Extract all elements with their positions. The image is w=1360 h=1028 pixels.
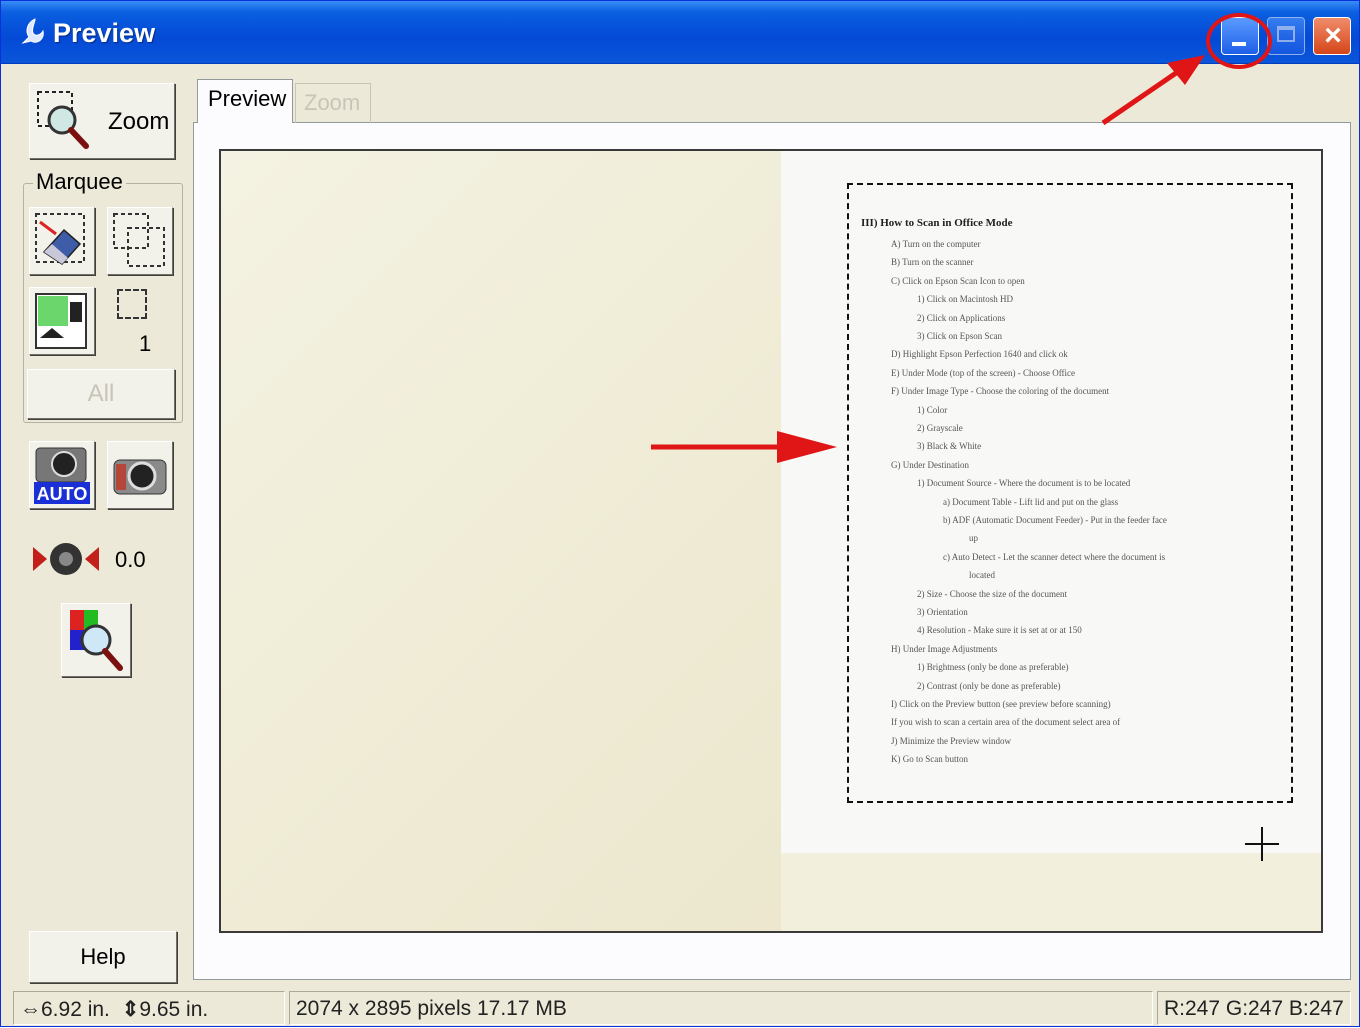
duplicate-marquee-icon xyxy=(113,213,165,267)
maximize-button xyxy=(1267,17,1305,55)
all-button: All xyxy=(27,369,175,419)
auto-locate-icon xyxy=(35,293,87,349)
close-icon: × xyxy=(1324,19,1342,52)
document-line: 1) Document Source - Where the document … xyxy=(917,478,1131,489)
auto-locate-button[interactable] xyxy=(29,287,95,355)
svg-text:AUTO: AUTO xyxy=(37,484,88,504)
document-line: K) Go to Scan button xyxy=(891,754,968,765)
document-line: D) Highlight Epson Perfection 1640 and c… xyxy=(891,349,1068,360)
highlight-circle-annotation xyxy=(1206,13,1272,69)
document-line: 2) Click on Applications xyxy=(917,312,1006,323)
document-line: C) Click on Epson Scan Icon to open xyxy=(891,275,1025,286)
document-line: B) Turn on the scanner xyxy=(891,257,974,268)
document-line: If you wish to scan a certain area of th… xyxy=(891,717,1121,728)
status-dimensions: ⇔6.92 in. ⇕9.65 in. xyxy=(13,991,285,1025)
histogram-button[interactable] xyxy=(61,603,131,677)
document-line: J) Minimize the Preview window xyxy=(891,735,1011,746)
zoom-button[interactable]: Zoom xyxy=(29,83,175,159)
document-line: up xyxy=(969,533,978,544)
window-title: Preview xyxy=(53,18,156,48)
document-line: F) Under Image Type - Choose the colorin… xyxy=(891,386,1110,397)
horizontal-arrow-icon: ⇔ xyxy=(20,998,41,1021)
color-magnifier-icon xyxy=(70,610,123,671)
preview-image-area[interactable]: III) How to Scan in Office Mode A) Turn … xyxy=(219,149,1323,933)
tab-preview[interactable]: Preview xyxy=(197,79,293,123)
help-button-label: Help xyxy=(80,944,126,969)
exposure-wheel-icon xyxy=(33,543,99,575)
document-line: E) Under Mode (top of the screen) - Choo… xyxy=(891,367,1076,378)
title-bar[interactable]: Preview × xyxy=(1,1,1359,64)
document-line: 1) Click on Macintosh HD xyxy=(917,294,1013,305)
erase-marquee-button[interactable] xyxy=(29,207,95,275)
duplicate-marquee-button[interactable] xyxy=(107,207,173,275)
document-line: 2) Contrast (only be done as preferable) xyxy=(917,680,1061,691)
camera-icon xyxy=(113,459,167,495)
document-line: I) Click on the Preview button (see prev… xyxy=(891,699,1111,709)
marquee-group-title: Marquee xyxy=(33,169,126,195)
document-line: 3) Black & White xyxy=(917,441,982,452)
document-line: c) Auto Detect - Let the scanner detect … xyxy=(943,551,1166,562)
maximize-icon xyxy=(1277,26,1295,42)
document-title: III) How to Scan in Office Mode xyxy=(861,217,1013,229)
eraser-icon xyxy=(35,213,85,265)
document-line: H) Under Image Adjustments xyxy=(891,643,998,654)
document-line: 4) Resolution - Make sure it is set at o… xyxy=(917,625,1082,636)
auto-exposure-button[interactable]: AUTO xyxy=(29,441,95,509)
status-pixels: 2074 x 2895 pixels 17.17 MB xyxy=(289,991,1153,1025)
close-button[interactable]: × xyxy=(1313,17,1351,55)
crosshair-cursor-icon xyxy=(1245,827,1279,861)
status-height: 9.65 in. xyxy=(139,998,209,1021)
document-line: located xyxy=(969,570,995,581)
document-line: 1) Brightness (only be done as preferabl… xyxy=(917,662,1069,673)
status-width: 6.92 in. xyxy=(41,998,110,1021)
zoom-button-label: Zoom xyxy=(108,108,170,135)
marquee-target-icon xyxy=(117,289,147,319)
document-line: 3) Orientation xyxy=(917,607,968,617)
exposure-settings-button[interactable] xyxy=(107,441,173,509)
document-line: G) Under Destination xyxy=(891,459,969,470)
vertical-arrow-icon: ⇕ xyxy=(121,998,140,1021)
document-line: a) Document Table - Lift lid and put on … xyxy=(943,496,1119,507)
exposure-value: 0.0 xyxy=(115,547,146,572)
all-button-label: All xyxy=(87,380,115,407)
scanner-app-icon xyxy=(21,18,44,44)
auto-exposure-icon: AUTO xyxy=(34,447,90,504)
arrow-to-minimize-icon xyxy=(1101,55,1205,126)
status-rgb: R:247 G:247 B:247 xyxy=(1157,991,1351,1025)
help-button[interactable]: Help xyxy=(29,931,177,983)
marquee-count: 1 xyxy=(139,331,152,356)
scanner-bed-background xyxy=(221,151,781,931)
document-line: 1) Color xyxy=(917,404,948,415)
document-line: 3) Click on Epson Scan xyxy=(917,331,1002,341)
tab-zoom: Zoom xyxy=(295,83,371,123)
document-line: 2) Grayscale xyxy=(917,423,963,433)
document-line: A) Turn on the computer xyxy=(891,239,981,249)
document-line: 2) Size - Choose the size of the documen… xyxy=(917,588,1067,599)
document-line: b) ADF (Automatic Document Feeder) - Put… xyxy=(943,515,1167,525)
magnifier-icon xyxy=(37,91,89,149)
preview-window: Preview × Zoom Marquee 1 All AUTO 0.0 He… xyxy=(0,0,1360,1027)
status-bar: ⇔6.92 in. ⇕9.65 in. 2074 x 2895 pixels 1… xyxy=(9,991,1353,1025)
